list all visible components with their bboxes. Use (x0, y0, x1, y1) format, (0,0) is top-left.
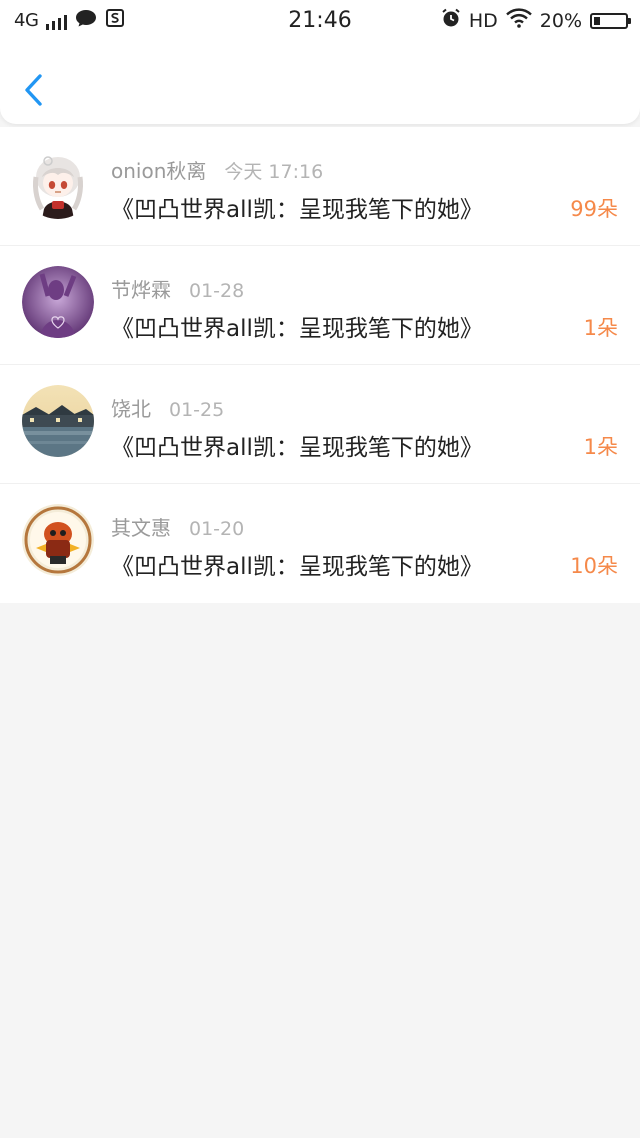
alarm-icon (441, 8, 461, 33)
item-meta: 其文惠 01-20 (111, 512, 244, 541)
item-meta: onion秋离 今天 17:16 (111, 155, 323, 184)
battery-percent: 20% (539, 9, 582, 32)
sender-name[interactable]: 节烨霖 (111, 274, 171, 303)
avatar-water-town[interactable] (22, 385, 94, 457)
avatar-purple-silhouette[interactable] (22, 266, 94, 338)
avatar-cartoon-character[interactable] (22, 504, 94, 576)
chevron-left-icon (25, 74, 42, 106)
flower-count: 1朵 (583, 435, 618, 459)
list-item[interactable]: 其文惠 01-20 《凹凸世界all凯：呈现我笔下的她》 10朵 (0, 484, 640, 603)
wifi-icon (505, 8, 532, 33)
work-title[interactable]: 《凹凸世界all凯：呈现我笔下的她》 (111, 428, 483, 462)
item-time: 01-25 (169, 399, 225, 421)
gift-record-list: onion秋离 今天 17:16 《凹凸世界all凯：呈现我笔下的她》 99朵 (0, 127, 640, 603)
back-button[interactable] (20, 70, 52, 110)
status-right: HD 20% (441, 8, 631, 33)
sender-name[interactable]: onion秋离 (111, 155, 206, 184)
sender-name[interactable]: 饶北 (111, 393, 151, 422)
flower-count: 99朵 (570, 197, 618, 221)
work-title[interactable]: 《凹凸世界all凯：呈现我笔下的她》 (111, 547, 483, 581)
work-title[interactable]: 《凹凸世界all凯：呈现我笔下的她》 (111, 190, 483, 224)
item-time: 01-28 (189, 280, 245, 302)
battery-fill (594, 16, 600, 25)
flower-count: 1朵 (583, 316, 618, 340)
item-time: 01-20 (189, 518, 245, 540)
avatar-anime-girl[interactable] (22, 147, 94, 219)
item-time: 今天 17:16 (224, 161, 324, 183)
work-title[interactable]: 《凹凸世界all凯：呈现我笔下的她》 (111, 309, 483, 343)
battery-icon (590, 12, 631, 29)
list-item[interactable]: 饶北 01-25 《凹凸世界all凯：呈现我笔下的她》 1朵 (0, 365, 640, 484)
item-meta: 节烨霖 01-28 (111, 274, 244, 303)
sender-name[interactable]: 其文惠 (111, 512, 171, 541)
status-bar: 4G 21:46 HD 20% (0, 0, 640, 42)
list-item[interactable]: 节烨霖 01-28 《凹凸世界all凯：呈现我笔下的她》 1朵 (0, 246, 640, 365)
hd-label: HD (468, 9, 498, 32)
flower-count: 10朵 (570, 554, 618, 578)
item-meta: 饶北 01-25 (111, 393, 224, 422)
list-item[interactable]: onion秋离 今天 17:16 《凹凸世界all凯：呈现我笔下的她》 99朵 (0, 127, 640, 246)
top-header: 4G 21:46 HD 20% (0, 0, 640, 124)
